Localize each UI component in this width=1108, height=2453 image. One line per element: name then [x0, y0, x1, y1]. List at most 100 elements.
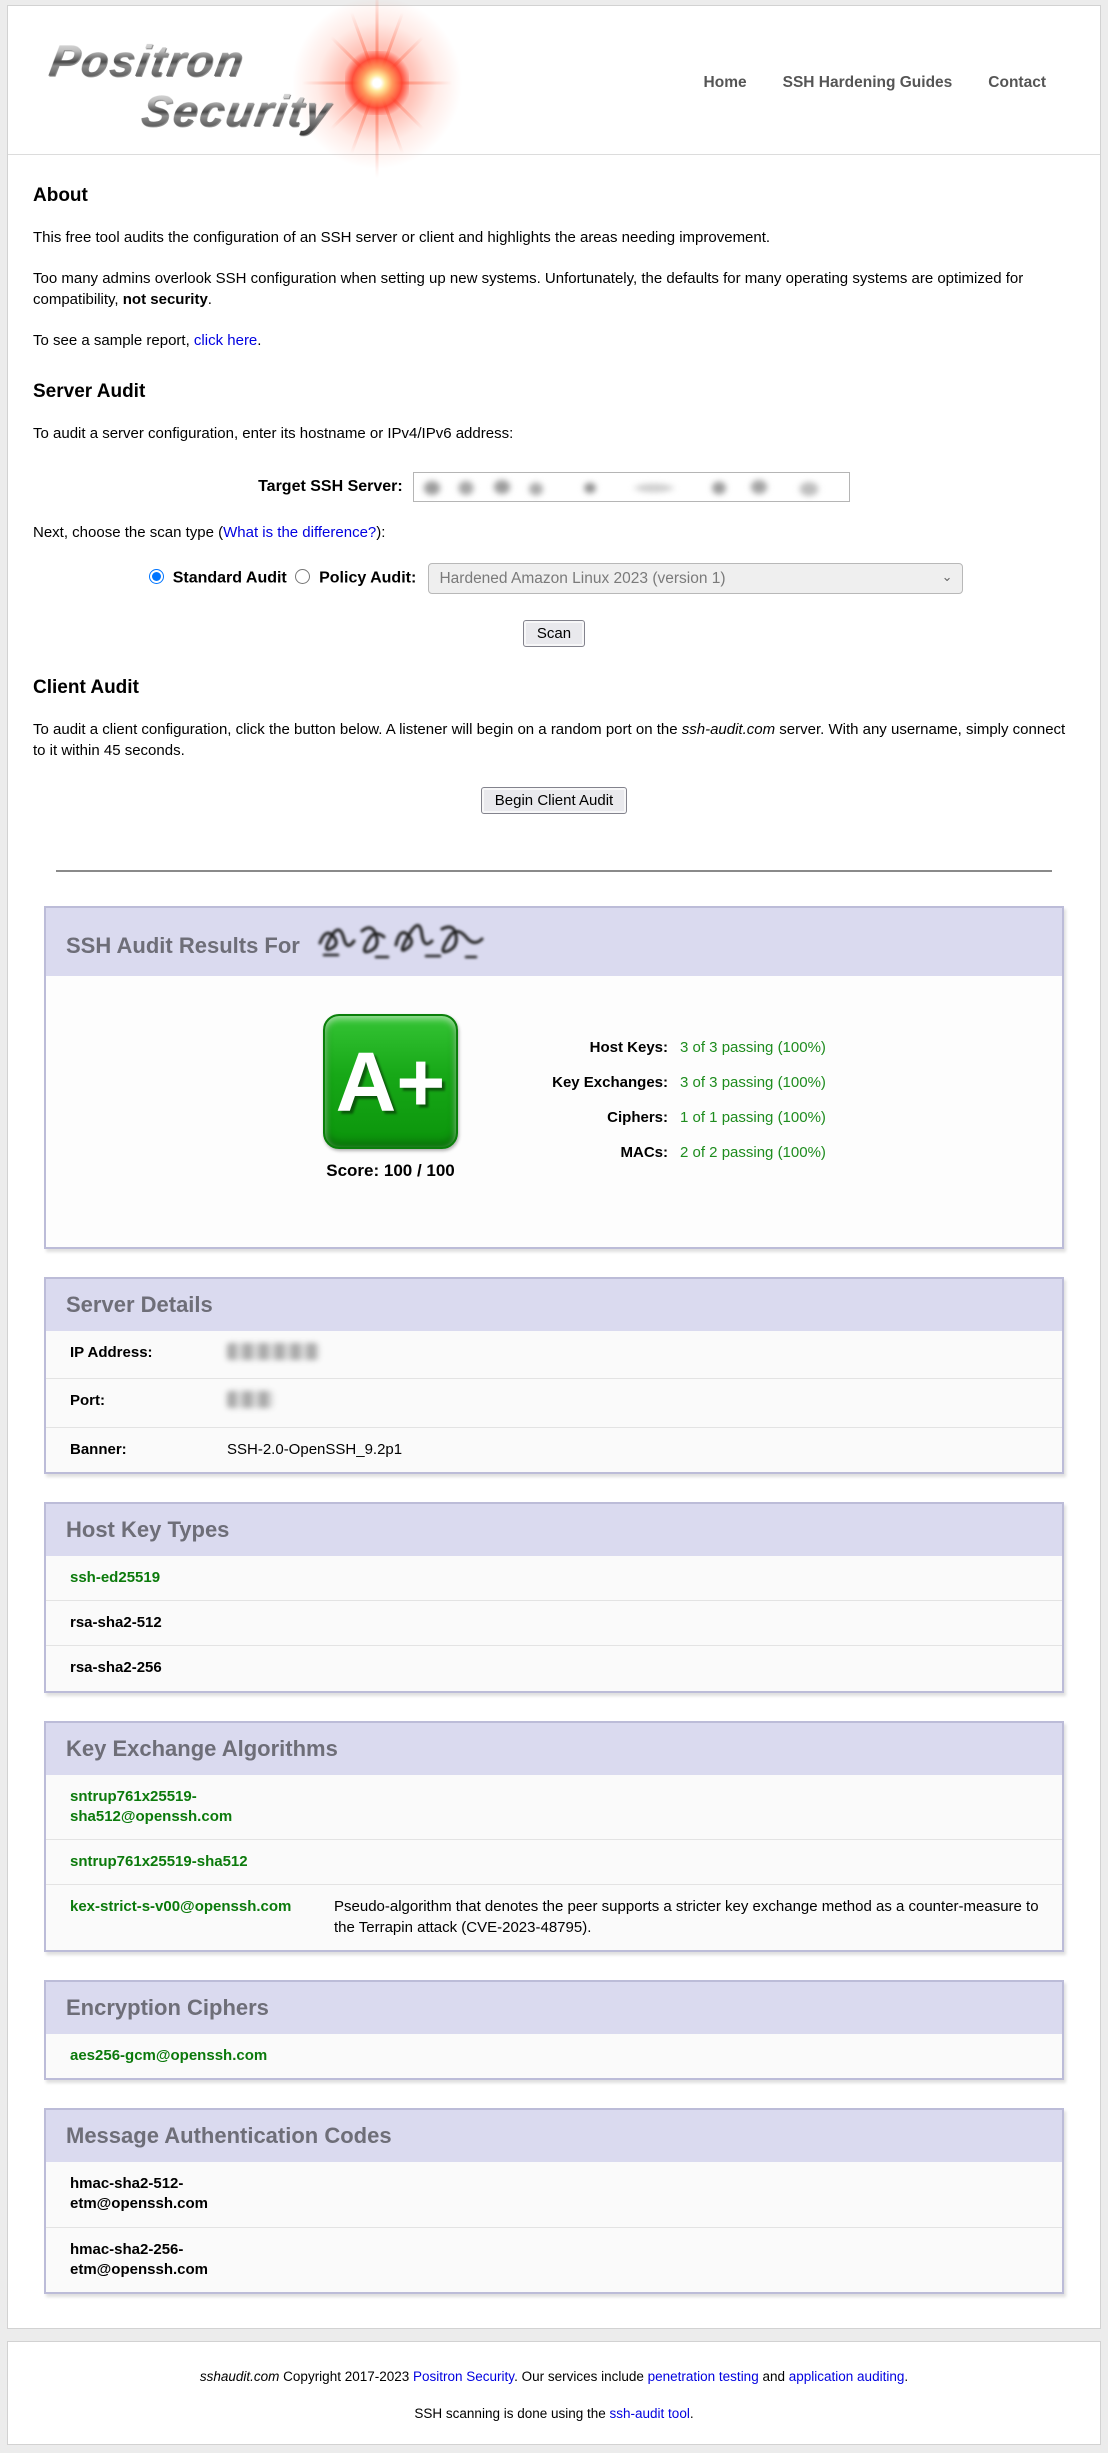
ssh-audit-results-box: SSH Audit Results For A+ Score: 100 / 10…: [44, 906, 1064, 1249]
site-footer: sshaudit.com Copyright 2017-2023 Positro…: [7, 2341, 1101, 2445]
policy-audit-label: Policy Audit:: [319, 569, 416, 586]
footer-site-name: sshaudit.com: [200, 2369, 280, 2384]
not-security-bold: not security: [123, 291, 208, 308]
table-row: kex-strict-s-v00@openssh.comPseudo-algor…: [46, 1885, 1062, 1950]
stat-value: 3 of 3 passing (100%): [680, 1039, 826, 1056]
stat-label: MACs:: [504, 1144, 668, 1161]
host-key-types-box: Host Key Types ssh-ed25519 rsa-sha2-512 …: [44, 1502, 1064, 1693]
kex-name: kex-strict-s-v00@openssh.com: [46, 1885, 310, 1950]
begin-client-audit-button[interactable]: Begin Client Audit: [481, 787, 627, 814]
nav-home[interactable]: Home: [704, 74, 747, 92]
server-audit-intro: To audit a server configuration, enter i…: [33, 423, 1075, 444]
results-stats: Host Keys: 3 of 3 passing (100%) Key Exc…: [504, 1014, 826, 1181]
macs-box: Message Authentication Codes hmac-sha2-5…: [44, 2108, 1064, 2294]
redacted-hostname-blur: [414, 473, 849, 501]
mac-name: hmac-sha2-256- etm@openssh.com: [46, 2227, 310, 2292]
table-row: rsa-sha2-256: [46, 1646, 1062, 1691]
scan-type-choices: Standard Audit Policy Audit: Hardened Am…: [33, 563, 1075, 594]
scan-button[interactable]: Scan: [523, 620, 585, 647]
kex-name: sntrup761x25519- sha512@openssh.com: [46, 1775, 310, 1840]
mac-note: [310, 2227, 1062, 2292]
table-row: rsa-sha2-512: [46, 1601, 1062, 1646]
red-flare-icon: [292, 0, 462, 169]
logo-text-positron: Positron: [46, 37, 249, 87]
about-paragraph-3: To see a sample report, click here.: [33, 330, 1075, 351]
site-header: Positron Security Home SSH Hardening Gui…: [8, 6, 1100, 154]
stat-value: 2 of 2 passing (100%): [680, 1144, 826, 1161]
stat-label: Host Keys:: [504, 1039, 668, 1056]
key-exchange-box: Key Exchange Algorithms sntrup761x25519-…: [44, 1721, 1064, 1952]
key-exchange-title: Key Exchange Algorithms: [46, 1723, 1062, 1775]
cipher-name: aes256-gcm@openssh.com: [46, 2034, 310, 2078]
footer-line-2: SSH scanning is done using the ssh-audit…: [18, 2405, 1090, 2424]
stat-value: 3 of 3 passing (100%): [680, 1074, 826, 1091]
table-row: sntrup761x25519- sha512@openssh.com: [46, 1775, 1062, 1840]
encryption-ciphers-title: Encryption Ciphers: [46, 1982, 1062, 2034]
footer-line-1: sshaudit.com Copyright 2017-2023 Positro…: [18, 2368, 1090, 2387]
about-paragraph-1: This free tool audits the configuration …: [33, 227, 1075, 248]
macs-title: Message Authentication Codes: [46, 2110, 1062, 2162]
target-server-input[interactable]: [413, 472, 850, 502]
application-auditing-link[interactable]: application auditing: [789, 2369, 905, 2384]
target-server-row: Target SSH Server:: [33, 472, 1075, 502]
penetration-testing-link[interactable]: penetration testing: [648, 2369, 759, 2384]
host-key-note: [310, 1601, 1062, 1646]
about-paragraph-2: Too many admins overlook SSH configurati…: [33, 268, 1075, 310]
target-server-label: Target SSH Server:: [258, 478, 403, 495]
redacted-hostname-scribble: [314, 921, 504, 963]
table-row: hmac-sha2-256- etm@openssh.com: [46, 2227, 1062, 2292]
logo-text-security: Security: [138, 87, 336, 137]
main-content-panel: Positron Security Home SSH Hardening Gui…: [7, 5, 1101, 2329]
standard-audit-label: Standard Audit: [173, 569, 287, 586]
table-row: IP Address:: [46, 1331, 1062, 1379]
host-key-name: rsa-sha2-512: [46, 1601, 310, 1646]
top-nav: Home SSH Hardening Guides Contact: [704, 74, 1074, 92]
table-row: aes256-gcm@openssh.com: [46, 2034, 1062, 2078]
ssh-audit-tool-link[interactable]: ssh-audit tool: [610, 2406, 690, 2421]
table-row: ssh-ed25519: [46, 1556, 1062, 1601]
host-key-name: rsa-sha2-256: [46, 1646, 310, 1691]
policy-audit-radio[interactable]: [295, 569, 310, 584]
standard-audit-radio[interactable]: [149, 569, 164, 584]
nav-contact[interactable]: Contact: [988, 74, 1046, 92]
kex-note: [310, 1840, 1062, 1885]
stat-value: 1 of 1 passing (100%): [680, 1109, 826, 1126]
sample-report-link[interactable]: click here: [194, 332, 257, 349]
ip-address-label: IP Address:: [46, 1331, 203, 1379]
difference-link[interactable]: What is the difference?: [223, 524, 376, 541]
stat-label: Key Exchanges:: [504, 1074, 668, 1091]
client-audit-heading: Client Audit: [33, 677, 1075, 699]
table-row: hmac-sha2-512- etm@openssh.com: [46, 2162, 1062, 2227]
policy-select[interactable]: Hardened Amazon Linux 2023 (version 1): [428, 563, 963, 594]
server-audit-heading: Server Audit: [33, 381, 1075, 403]
server-details-title: Server Details: [46, 1279, 1062, 1331]
kex-note: Pseudo-algorithm that denotes the peer s…: [310, 1885, 1062, 1950]
nav-ssh-hardening-guides[interactable]: SSH Hardening Guides: [783, 74, 953, 92]
score-text: Score: 100 / 100: [323, 1161, 458, 1181]
table-row: sntrup761x25519-sha512: [46, 1840, 1062, 1885]
grade-badge: A+: [323, 1014, 458, 1149]
mac-note: [310, 2162, 1062, 2227]
port-value: [203, 1379, 1062, 1427]
redacted-port-blur: [227, 1391, 273, 1408]
host-key-note: [310, 1646, 1062, 1691]
banner-label: Banner:: [46, 1427, 203, 1472]
stat-label: Ciphers:: [504, 1109, 668, 1126]
host-key-name: ssh-ed25519: [46, 1556, 310, 1601]
redacted-ip-blur: [227, 1343, 319, 1360]
scan-type-text: Next, choose the scan type (What is the …: [33, 522, 1075, 543]
about-heading: About: [33, 185, 1075, 207]
ip-address-value: [203, 1331, 1062, 1379]
ssh-audit-com-italic: ssh-audit.com: [682, 721, 775, 738]
results-title-bar: SSH Audit Results For: [46, 908, 1062, 976]
results-body: A+ Score: 100 / 100 Host Keys: 3 of 3 pa…: [46, 976, 1062, 1247]
positron-security-link[interactable]: Positron Security: [413, 2369, 514, 2384]
table-row: Port:: [46, 1379, 1062, 1427]
kex-note: [310, 1775, 1062, 1840]
header-divider: [8, 154, 1100, 155]
server-details-box: Server Details IP Address: Port: Banner:…: [44, 1277, 1064, 1474]
kex-name: sntrup761x25519-sha512: [46, 1840, 310, 1885]
positron-security-logo[interactable]: Positron Security: [34, 19, 504, 147]
cipher-note: [310, 2034, 1062, 2078]
client-audit-intro: To audit a client configuration, click t…: [33, 719, 1075, 761]
